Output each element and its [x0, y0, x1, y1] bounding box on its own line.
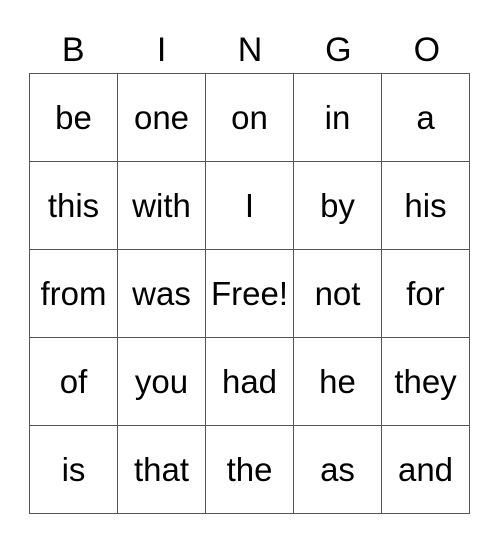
bingo-cell[interactable]: he	[294, 338, 382, 426]
bingo-cell[interactable]: his	[382, 162, 470, 250]
bingo-cell[interactable]: be	[30, 74, 118, 162]
bingo-cell[interactable]: you	[118, 338, 206, 426]
bingo-cell[interactable]: with	[118, 162, 206, 250]
bingo-header: B I N G O	[29, 28, 471, 72]
bingo-cell[interactable]: in	[294, 74, 382, 162]
bingo-cell[interactable]: this	[30, 162, 118, 250]
header-letter-g: G	[325, 31, 352, 69]
bingo-cell[interactable]: not	[294, 250, 382, 338]
bingo-cell[interactable]: and	[382, 426, 470, 514]
header-letter-b: B	[61, 31, 85, 69]
bingo-cell[interactable]: that	[118, 426, 206, 514]
header-letter-n: N	[237, 31, 263, 69]
bingo-cell[interactable]: had	[206, 338, 294, 426]
bingo-cell[interactable]: they	[382, 338, 470, 426]
header-letter-o: O	[413, 31, 441, 69]
header-letter-i: I	[156, 31, 167, 69]
bingo-cell[interactable]: the	[206, 426, 294, 514]
bingo-cell[interactable]: I	[206, 162, 294, 250]
bingo-cell[interactable]: on	[206, 74, 294, 162]
free-space-cell[interactable]: Free!	[206, 250, 294, 338]
bingo-cell[interactable]: a	[382, 74, 470, 162]
bingo-cell[interactable]: of	[30, 338, 118, 426]
bingo-cell[interactable]: one	[118, 74, 206, 162]
bingo-cell[interactable]: was	[118, 250, 206, 338]
bingo-cell[interactable]: for	[382, 250, 470, 338]
bingo-cell[interactable]: by	[294, 162, 382, 250]
bingo-cell[interactable]: as	[294, 426, 382, 514]
bingo-cell[interactable]: is	[30, 426, 118, 514]
bingo-cell[interactable]: from	[30, 250, 118, 338]
bingo-grid: be one on in a this with I by his from w…	[29, 73, 470, 514]
